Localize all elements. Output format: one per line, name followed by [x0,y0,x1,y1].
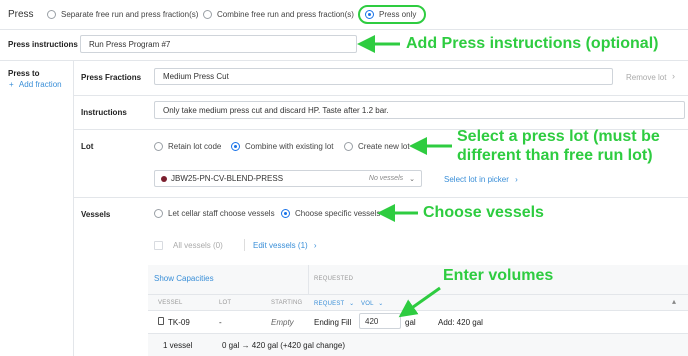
annotation-lot-line1: Select a press lot (must be [457,128,660,145]
annotation-press-instructions: Add Press instructions (optional) [406,35,659,52]
annotation-vessels: Choose vessels [423,204,544,221]
arrow-volumes [398,286,441,318]
annotation-volumes: Enter volumes [443,267,554,284]
annotation-lot-line2: different than free run lot) [457,147,653,164]
